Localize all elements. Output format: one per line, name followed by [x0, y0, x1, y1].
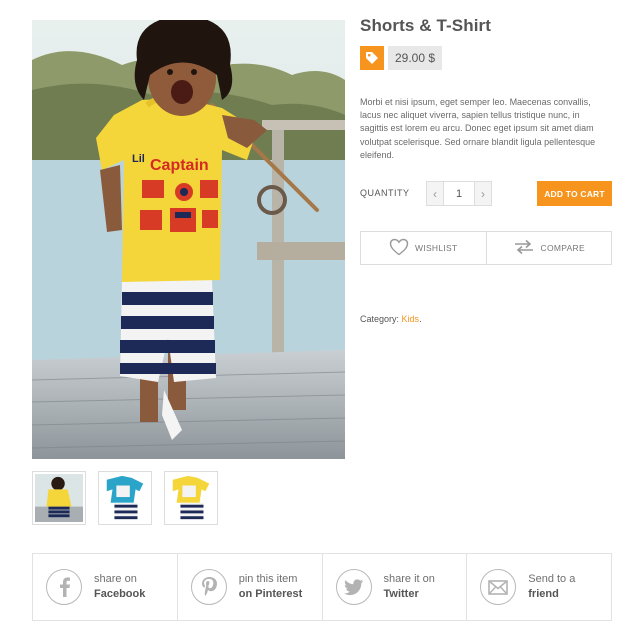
- compare-button[interactable]: COMPARE: [485, 232, 612, 264]
- price-tag-icon: [360, 46, 384, 70]
- add-to-cart-button[interactable]: ADD TO CART: [537, 181, 612, 206]
- product-price: 29.00 $: [388, 46, 443, 70]
- category-label: Category:: [360, 314, 400, 324]
- share-line1: share it on: [383, 573, 435, 585]
- wishlist-label: WISHLIST: [414, 243, 458, 253]
- thumbnail-1[interactable]: [32, 471, 86, 525]
- share-line2: Twitter: [383, 588, 419, 600]
- mail-icon: [480, 569, 517, 605]
- thumbnail-image: [101, 474, 149, 522]
- thumbnail-3[interactable]: [164, 471, 218, 525]
- share-pinterest[interactable]: pin this item on Pinterest: [176, 554, 322, 620]
- heart-icon: [389, 238, 409, 258]
- share-line1: Send to a: [528, 573, 576, 585]
- product-actions: WISHLIST COMPARE: [360, 231, 612, 265]
- thumbnail-2[interactable]: [98, 471, 152, 525]
- product-photo: Lil Captain: [32, 20, 345, 459]
- share-line2: Facebook: [94, 588, 146, 600]
- share-email[interactable]: Send to a friend: [466, 554, 611, 620]
- quantity-stepper: ‹ ›: [426, 181, 492, 206]
- compare-arrows-icon: [513, 239, 535, 257]
- facebook-icon: [46, 569, 82, 605]
- share-bar: share on Facebook pin this item on Pinte…: [32, 553, 612, 621]
- share-line1: share on: [94, 573, 137, 585]
- share-pinterest-text: pin this item on Pinterest: [239, 572, 303, 602]
- pinterest-icon: [190, 569, 227, 605]
- product-category: Category: Kids.: [360, 314, 422, 324]
- category-suffix: .: [419, 314, 422, 324]
- twitter-icon: [335, 569, 372, 605]
- share-line2: on Pinterest: [238, 588, 303, 600]
- shirt-print-title: Captain: [150, 157, 209, 174]
- shirt-print-small: Lil: [132, 153, 145, 165]
- wishlist-button[interactable]: WISHLIST: [361, 232, 486, 264]
- quantity-increment-button[interactable]: ›: [474, 181, 492, 206]
- product-title: Shorts & T-Shirt: [360, 16, 491, 35]
- price-row: 29.00 $: [360, 46, 443, 70]
- category-link[interactable]: Kids: [402, 314, 420, 324]
- share-facebook[interactable]: share on Facebook: [33, 554, 177, 620]
- product-description: Morbi et nisi ipsum, eget semper leo. Ma…: [360, 97, 596, 160]
- share-line2: friend: [528, 588, 559, 600]
- share-twitter[interactable]: share it on Twitter: [321, 554, 467, 620]
- thumbnail-image: [167, 474, 215, 522]
- share-email-text: Send to a friend: [528, 572, 575, 602]
- share-line1: pin this item: [238, 573, 298, 585]
- quantity-decrement-button[interactable]: ‹: [426, 181, 444, 206]
- thumbnail-strip: [32, 471, 218, 525]
- thumbnail-image: [35, 474, 83, 522]
- compare-label: COMPARE: [540, 243, 585, 253]
- quantity-label: QUANTITY: [360, 188, 410, 198]
- quantity-input[interactable]: [444, 181, 474, 206]
- share-twitter-text: share it on Twitter: [384, 572, 435, 602]
- product-main-image[interactable]: Lil Captain: [32, 20, 345, 459]
- share-facebook-text: share on Facebook: [94, 572, 145, 602]
